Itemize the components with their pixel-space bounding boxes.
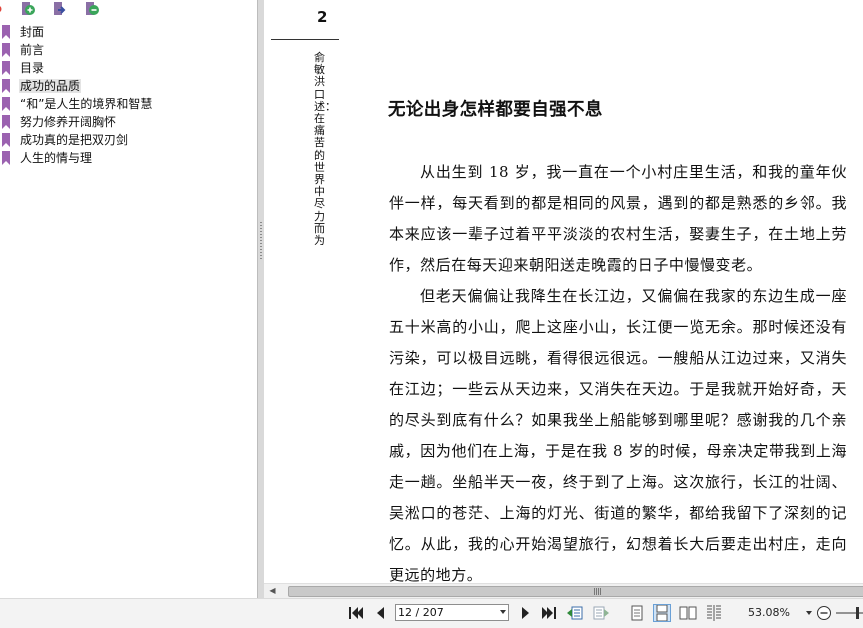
bookmark-label: 成功真的是把双刃剑 — [20, 133, 129, 147]
bookmark-label: 努力修养开阔胸怀 — [20, 115, 117, 129]
navigation-toolbar: 12 / 207 53.08% — [0, 598, 863, 628]
horizontal-scrollbar[interactable]: ◀ — [264, 583, 863, 598]
previous-view-icon[interactable] — [566, 605, 584, 621]
header-rule — [271, 39, 339, 40]
bookmark-item-success-qualities[interactable]: 成功的品质 — [0, 77, 257, 95]
bookmark-icon — [2, 115, 10, 129]
zoom-dropdown-icon[interactable] — [806, 611, 812, 615]
next-view-icon[interactable] — [592, 605, 610, 621]
bookmark-label: 封面 — [20, 25, 45, 39]
panel-splitter[interactable] — [257, 0, 264, 598]
bookmark-icon — [2, 43, 10, 57]
continuous-facing-icon[interactable] — [705, 604, 723, 622]
last-page-icon[interactable] — [541, 605, 556, 621]
page-number-field[interactable]: 12 / 207 — [395, 604, 509, 621]
bookmark-item-emotion-reason[interactable]: 人生的情与理 — [0, 149, 257, 167]
bookmark-label: 目录 — [20, 61, 45, 75]
facing-icon[interactable] — [679, 604, 697, 622]
scrollbar-thumb[interactable] — [288, 586, 863, 597]
bookmark-icon — [2, 79, 10, 93]
zoom-level[interactable]: 53.08% — [748, 606, 790, 619]
chapter-title: 无论出身怎样都要自强不息 — [388, 100, 603, 120]
bookmark-list: 封面 前言 目录 成功的品质 “和”是人生的境界和智慧 努力修养开阔胸怀 成功真… — [0, 23, 257, 167]
bookmark-item-cover[interactable]: 封面 — [0, 23, 257, 41]
bookmark-label: 前言 — [20, 43, 45, 57]
bookmark-toolbar — [0, 0, 257, 22]
bookmark-icon — [2, 151, 10, 165]
bookmark-item-open-mind[interactable]: 努力修养开阔胸怀 — [0, 113, 257, 131]
page-input[interactable]: 12 / 207 — [398, 606, 444, 619]
page-number: 2 — [317, 8, 328, 26]
previous-page-icon[interactable] — [374, 605, 388, 621]
bookmark-marker-icon — [0, 1, 12, 17]
bookmark-item-double-edged[interactable]: 成功真的是把双刃剑 — [0, 131, 257, 149]
continuous-icon[interactable] — [653, 604, 671, 622]
move-bookmark-icon[interactable] — [52, 1, 68, 17]
thumb-grip-icon — [594, 588, 601, 595]
remove-bookmark-icon[interactable] — [84, 1, 100, 17]
bookmark-icon — [2, 97, 10, 111]
bookmark-icon — [2, 133, 10, 147]
running-head: 俞敏洪口述：在痛苦的世界中尽力而为 — [314, 51, 336, 248]
bookmark-icon — [2, 61, 10, 75]
bookmark-panel: 封面 前言 目录 成功的品质 “和”是人生的境界和智慧 努力修养开阔胸怀 成功真… — [0, 0, 257, 598]
bookmark-item-contents[interactable]: 目录 — [0, 59, 257, 77]
body-paragraph: 但老天偏偏让我降生在长江边，又偏偏在我家的东边生成一座五十米高的小山，爬上这座小… — [389, 287, 847, 583]
zoom-out-icon[interactable] — [816, 605, 832, 621]
bookmark-label: 人生的情与理 — [20, 151, 93, 165]
bookmark-label: 成功的品质 — [19, 79, 82, 93]
first-page-icon[interactable] — [348, 605, 363, 621]
document-view[interactable]: 2 俞敏洪口述：在痛苦的世界中尽力而为 无论出身怎样都要自强不息 从出生到 18… — [264, 0, 863, 583]
splitter-grip-icon — [260, 222, 262, 260]
zoom-slider[interactable] — [836, 605, 863, 621]
chevron-down-icon[interactable] — [500, 610, 506, 614]
bookmark-item-preface[interactable]: 前言 — [0, 41, 257, 59]
next-page-icon[interactable] — [518, 605, 532, 621]
single-page-icon[interactable] — [628, 604, 646, 622]
add-bookmark-icon[interactable] — [20, 1, 36, 17]
bookmark-icon — [2, 25, 10, 39]
bookmark-item-harmony[interactable]: “和”是人生的境界和智慧 — [0, 95, 257, 113]
body-paragraph: 从出生到 18 岁，我一直在一个小村庄里生活，和我的童年伙伴一样，每天看到的都是… — [389, 163, 847, 274]
scroll-left-icon[interactable]: ◀ — [265, 584, 280, 598]
bookmark-label: “和”是人生的境界和智慧 — [20, 97, 153, 111]
